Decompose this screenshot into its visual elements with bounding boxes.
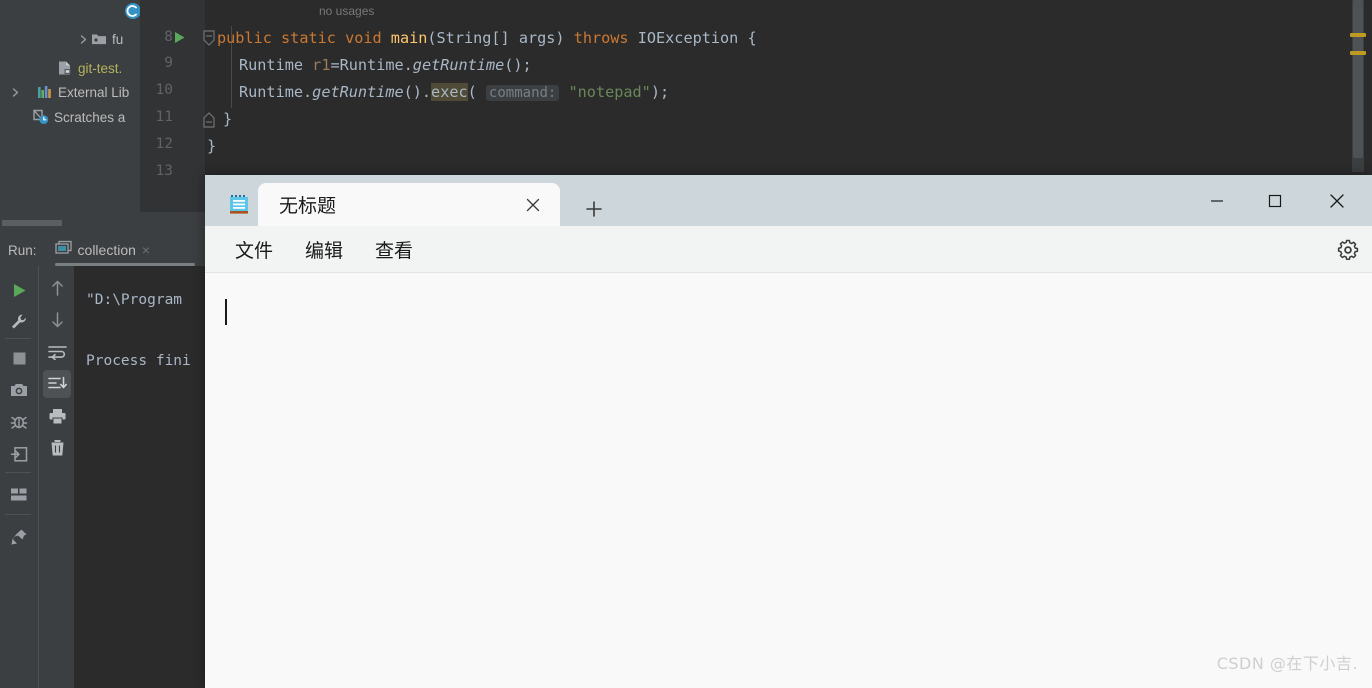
scratches-icon	[32, 109, 50, 125]
notepad-icon	[227, 192, 251, 216]
line-number: 12	[155, 136, 173, 152]
line-number: 8	[164, 29, 173, 45]
minimize-button[interactable]	[1192, 175, 1242, 226]
maximize-button[interactable]	[1250, 175, 1300, 226]
run-tool-window[interactable]: Run: collection × "D:\Program Process fi…	[0, 234, 205, 688]
rerun-icon[interactable]	[5, 276, 33, 304]
toolbar-separator	[5, 514, 31, 515]
print-icon[interactable]	[43, 402, 71, 430]
run-toolbar-secondary[interactable]	[38, 266, 74, 688]
menu-item-file[interactable]: 文件	[231, 234, 277, 265]
tree-item-label: git-test.	[78, 60, 123, 76]
menu-item-edit[interactable]: 编辑	[301, 234, 347, 265]
new-tab-button[interactable]	[575, 192, 613, 226]
console-line: "D:\Program	[86, 292, 183, 308]
line-number: 13	[155, 163, 173, 179]
line-number: 10	[155, 82, 173, 98]
screenshot-camera-icon[interactable]	[5, 376, 33, 404]
run-gutter-icon[interactable]	[172, 30, 187, 50]
stop-icon[interactable]	[5, 344, 33, 372]
screen-root: fu git-test. External Lib Scratches a 8 …	[0, 0, 1372, 688]
line-number: 9	[164, 55, 173, 71]
notepad-tab[interactable]: 无标题	[258, 183, 560, 226]
scroll-to-end-icon[interactable]	[43, 370, 71, 398]
menu-item-view[interactable]: 查看	[371, 234, 417, 265]
chevron-right-icon[interactable]	[8, 85, 22, 99]
warning-marker[interactable]	[1350, 51, 1366, 55]
settings-wrench-icon[interactable]	[5, 308, 33, 336]
code-line: }	[207, 137, 217, 155]
tree-item-folder[interactable]: fu	[76, 28, 123, 50]
line-number: 11	[155, 109, 173, 125]
toolbar-separator	[5, 472, 31, 473]
tree-item-label: External Lib	[58, 84, 130, 100]
run-console[interactable]: "D:\Program Process fini	[74, 266, 205, 688]
run-config-icon	[54, 240, 72, 260]
panel-splitter[interactable]	[0, 212, 205, 234]
editor-scrollbar-thumb[interactable]	[1353, 0, 1363, 158]
run-toolbar-primary[interactable]	[0, 266, 38, 688]
up-arrow-icon[interactable]	[43, 274, 71, 302]
folder-icon	[90, 31, 108, 47]
code-line: public static void main(String[] args) t…	[217, 29, 757, 47]
text-caret	[225, 299, 227, 325]
toolbar-separator	[5, 338, 31, 339]
run-tab-label: collection	[77, 242, 136, 258]
code-line: Runtime r1=Runtime.getRuntime();	[239, 56, 532, 74]
close-icon[interactable]	[522, 194, 544, 216]
debug-icon[interactable]	[5, 408, 33, 436]
notepad-menubar[interactable]: 文件 编辑 查看	[205, 226, 1372, 273]
module-icon	[56, 60, 74, 76]
soft-wrap-icon[interactable]	[43, 338, 71, 366]
library-icon	[36, 84, 54, 100]
trash-icon[interactable]	[43, 434, 71, 462]
tree-item-scratches[interactable]: Scratches a	[32, 106, 125, 128]
layout-icon[interactable]	[5, 480, 33, 508]
splitter-handle[interactable]	[2, 220, 62, 226]
tree-item-module[interactable]: git-test.	[56, 57, 122, 79]
warning-marker[interactable]	[1350, 33, 1366, 37]
run-tool-header: Run: collection ×	[0, 234, 205, 266]
notepad-text-area[interactable]	[205, 273, 1372, 688]
chevron-right-icon[interactable]	[76, 32, 90, 46]
notepad-window[interactable]: 无标题 文件 编辑 查看	[205, 175, 1372, 688]
run-panel-title: Run:	[8, 242, 37, 258]
notepad-tab-title: 无标题	[279, 195, 337, 217]
run-tab-collection[interactable]: collection ×	[51, 238, 155, 262]
close-icon[interactable]: ×	[142, 243, 150, 257]
tree-item-external-libraries[interactable]: External Lib	[8, 81, 129, 103]
inlay-hint-usages: no usages	[319, 4, 375, 18]
gear-icon[interactable]	[1334, 236, 1362, 264]
editor-gutter[interactable]: 8 9 10 11 12 13	[140, 0, 205, 212]
code-line: }	[223, 110, 233, 128]
tree-item-label: fu	[112, 31, 124, 47]
export-icon[interactable]	[5, 440, 33, 468]
pin-icon[interactable]	[5, 523, 33, 551]
down-arrow-icon[interactable]	[43, 306, 71, 334]
close-button[interactable]	[1312, 175, 1362, 226]
parameter-hint: command:	[485, 85, 560, 101]
code-line: Runtime.getRuntime().exec( command: "not…	[239, 83, 670, 101]
tree-item-label: Scratches a	[54, 109, 126, 125]
watermark: CSDN @在下小吉.	[1216, 654, 1358, 673]
console-line: Process fini	[86, 353, 191, 369]
